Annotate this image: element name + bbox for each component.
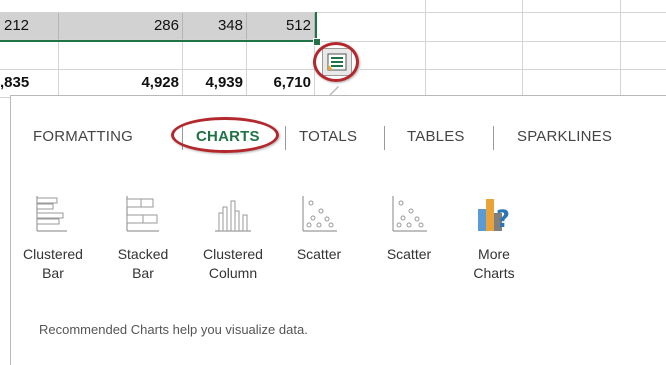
gridline — [315, 41, 666, 42]
chart-option-label: More Charts — [473, 246, 515, 281]
panel-pointer-fill — [331, 87, 347, 95]
tab-separator — [285, 126, 286, 150]
gridline — [315, 12, 666, 13]
highlight-ring — [171, 117, 279, 153]
selection-border — [0, 40, 317, 42]
highlight-ring — [313, 42, 359, 82]
selection-border — [315, 12, 317, 40]
gridline — [425, 0, 426, 98]
cell[interactable]: 6,710 — [247, 70, 315, 98]
clustered-column-chart-icon — [215, 200, 251, 232]
scatter-chart-icon — [392, 196, 427, 232]
more-charts-icon: ? — [478, 199, 510, 233]
chart-option-label: Scatter — [386, 246, 432, 262]
tab-sparklines[interactable]: SPARKLINES — [517, 126, 612, 148]
quick-analysis-panel: FORMATTING CHARTS TOTALS TABLES SPARKLIN… — [10, 87, 666, 365]
cell[interactable]: 348 — [183, 13, 247, 40]
clustered-bar-chart-icon — [36, 196, 67, 232]
tab-formatting[interactable]: FORMATTING — [33, 126, 133, 148]
stacked-bar-chart-icon — [126, 196, 159, 232]
cell[interactable] — [247, 42, 315, 70]
panel-hint: Recommended Charts help you visualize da… — [39, 322, 308, 337]
cell[interactable] — [0, 42, 59, 70]
fill-handle[interactable] — [313, 38, 321, 46]
scatter-chart-icon — [302, 196, 337, 232]
gridline — [522, 0, 523, 98]
chart-option-label: Scatter — [296, 246, 342, 262]
cell[interactable]: 4,928 — [59, 70, 183, 98]
gridline — [0, 12, 315, 13]
tab-tables[interactable]: TABLES — [407, 126, 465, 148]
cell[interactable]: 4,939 — [183, 70, 247, 98]
tab-separator — [493, 126, 494, 150]
chart-option-label: Stacked Bar — [117, 246, 169, 281]
tab-totals[interactable]: TOTALS — [299, 126, 357, 148]
chart-option-label: Clustered Bar — [23, 246, 83, 281]
cell[interactable]: 512 — [247, 13, 315, 40]
cell[interactable] — [59, 42, 183, 70]
chart-option-label: Clustered Column — [203, 246, 263, 281]
cell[interactable]: 212 — [0, 13, 59, 40]
cell[interactable]: 286 — [59, 13, 183, 40]
svg-text:?: ? — [496, 205, 510, 233]
cell[interactable]: ,835 — [0, 70, 59, 98]
gridline — [620, 0, 621, 98]
cell[interactable] — [183, 42, 247, 70]
tab-separator — [384, 126, 385, 150]
